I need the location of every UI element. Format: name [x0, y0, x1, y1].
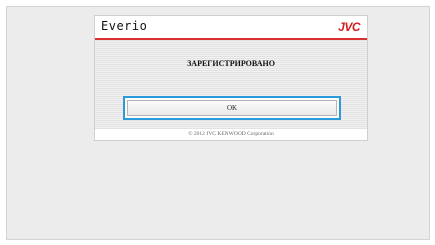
app-title: Everio — [101, 19, 148, 33]
status-message: ЗАРЕГИСТРИРОВАНО — [187, 59, 275, 68]
ok-button-focus-ring: OK — [123, 96, 341, 120]
browser-viewport: Everio JVC ЗАРЕГИСТРИРОВАНО OK © 2012 JV… — [6, 6, 430, 240]
header-bar: Everio JVC — [95, 16, 367, 40]
dialog-content: ЗАРЕГИСТРИРОВАНО OK — [95, 40, 367, 129]
jvc-logo: JVC — [338, 20, 360, 34]
copyright-footer: © 2012 JVC KENWOOD Corporation — [95, 129, 367, 140]
ok-button[interactable]: OK — [127, 100, 337, 116]
dialog-panel: Everio JVC ЗАРЕГИСТРИРОВАНО OK © 2012 JV… — [94, 15, 368, 141]
